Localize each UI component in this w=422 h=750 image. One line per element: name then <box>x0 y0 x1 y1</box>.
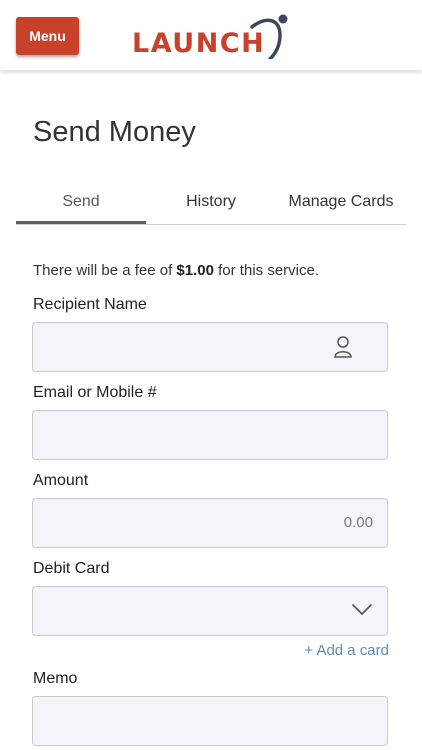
tab-bar: Send History Manage Cards <box>16 182 406 225</box>
logo-text: LAUNCH <box>132 28 266 59</box>
person-icon[interactable] <box>333 335 353 359</box>
app-header: Menu LAUNCH <box>0 0 422 71</box>
tab-send[interactable]: Send <box>16 182 146 222</box>
recipient-name-field[interactable] <box>32 322 388 372</box>
email-mobile-field[interactable] <box>32 410 388 460</box>
tab-manage-cards[interactable]: Manage Cards <box>276 182 406 222</box>
fee-amount: $1.00 <box>176 262 214 279</box>
fee-prefix: There will be a fee of <box>33 262 177 279</box>
menu-button[interactable]: Menu <box>16 17 79 55</box>
email-mobile-label: Email or Mobile # <box>33 384 157 401</box>
chevron-down-icon[interactable] <box>351 603 373 617</box>
launch-logo: LAUNCH <box>132 13 292 61</box>
debit-card-label: Debit Card <box>33 560 110 577</box>
amount-label: Amount <box>33 472 89 489</box>
memo-label: Memo <box>33 670 78 687</box>
tab-history[interactable]: History <box>146 182 276 222</box>
amount-placeholder: 0.00 <box>343 514 373 531</box>
debit-card-select[interactable] <box>32 586 388 636</box>
fee-notice: There will be a fee of $1.00 for this se… <box>33 261 319 281</box>
recipient-name-label: Recipient Name <box>33 296 147 313</box>
amount-field[interactable]: 0.00 <box>32 498 388 548</box>
fee-suffix: for this service. <box>213 262 319 279</box>
active-tab-indicator <box>16 221 146 224</box>
memo-field[interactable] <box>32 696 388 746</box>
page-title: Send Money <box>33 116 196 148</box>
add-card-link[interactable]: + Add a card <box>304 641 389 661</box>
logo-swoosh-icon <box>250 14 288 59</box>
